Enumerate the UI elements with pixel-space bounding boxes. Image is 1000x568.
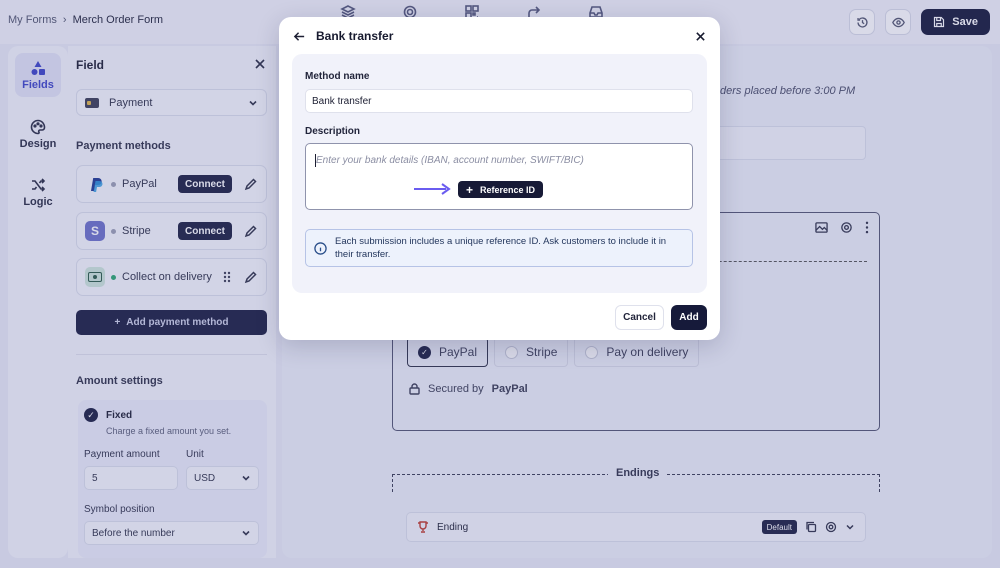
cancel-button[interactable]: Cancel: [615, 305, 664, 330]
reference-id-label: Reference ID: [480, 184, 536, 195]
info-text: Each submission includes a unique refere…: [335, 236, 667, 260]
description-placeholder: Enter your bank details (IBAN, account n…: [316, 155, 584, 166]
description-textarea[interactable]: Enter your bank details (IBAN, account n…: [305, 143, 693, 210]
description-label: Description: [305, 126, 361, 137]
insert-reference-id-button[interactable]: + Reference ID: [458, 181, 544, 198]
method-name-label: Method name: [305, 71, 370, 82]
modal-title: Bank transfer: [316, 29, 394, 43]
add-button[interactable]: Add: [671, 305, 707, 330]
close-icon[interactable]: [695, 31, 706, 42]
method-name-input[interactable]: Bank transfer: [305, 89, 693, 113]
bank-transfer-modal: Bank transfer Method name Bank transfer …: [279, 17, 720, 340]
plus-icon: +: [466, 182, 474, 197]
info-callout: Each submission includes a unique refere…: [305, 229, 693, 267]
info-icon: [314, 241, 327, 255]
arrow-left-icon[interactable]: [293, 30, 306, 43]
modal-body: Method name Bank transfer Description En…: [292, 54, 707, 293]
arrow-right-icon: [414, 183, 451, 195]
